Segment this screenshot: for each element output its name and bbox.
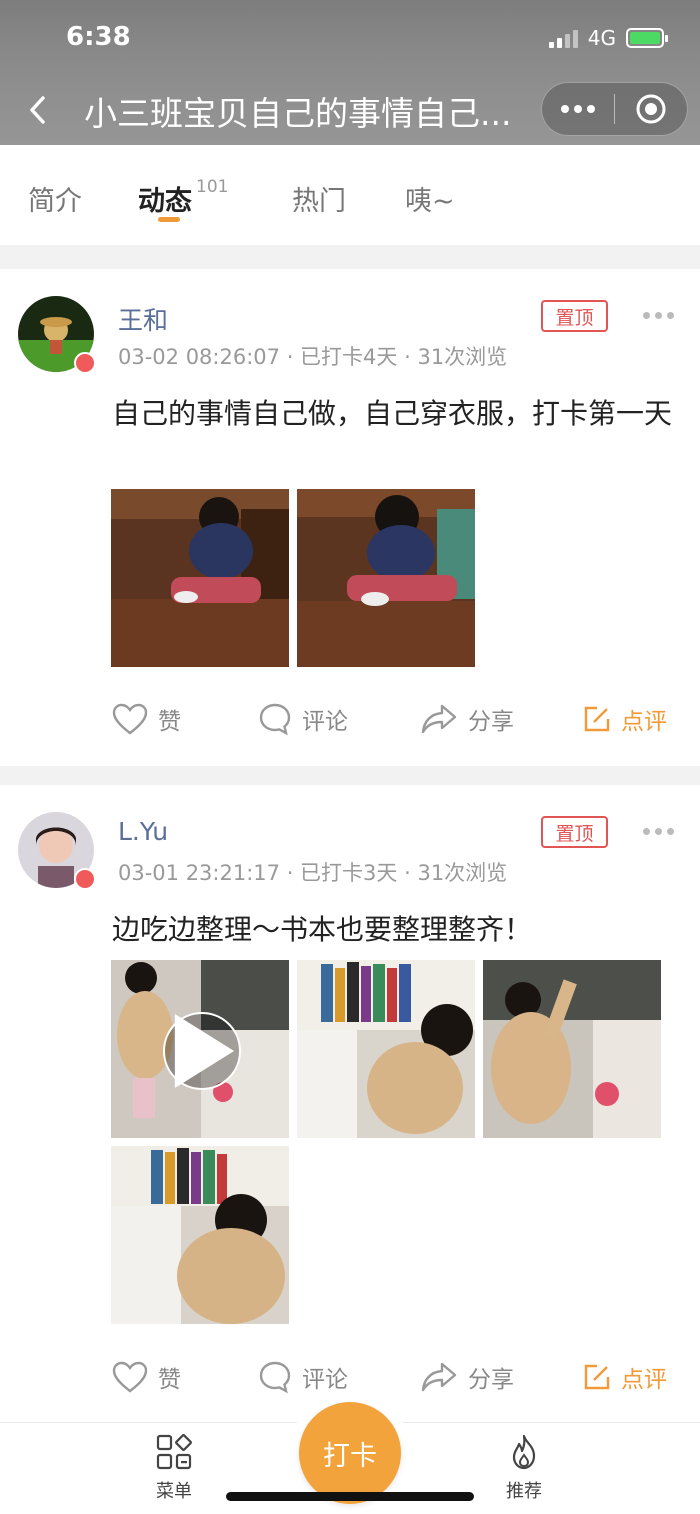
app-root: 6:38 4G 小三班宝贝自己的事情自己... 简介 动态101 热门 咦~ — [0, 0, 700, 1514]
post-meta: 03-01 23:21:17 · 已打卡3天 · 31次浏览 — [118, 861, 508, 885]
share-button[interactable]: 分享 — [420, 694, 514, 744]
comment-button[interactable]: 评论 — [258, 694, 348, 744]
status-indicators: 4G — [548, 26, 668, 50]
play-icon[interactable] — [163, 1012, 241, 1090]
comment-icon — [259, 1361, 291, 1394]
post-photo[interactable] — [111, 1146, 289, 1324]
comment-label: 评论 — [302, 709, 348, 735]
tab-bar: 简介 动态 101 热门 咦~ — [0, 145, 700, 245]
nav-recommend-label: 推荐 — [506, 1481, 542, 1502]
close-mini-program-button[interactable] — [615, 83, 687, 135]
comment-icon — [259, 703, 291, 736]
pinned-badge: 置顶 — [541, 300, 608, 332]
review-button[interactable]: 点评 — [583, 1352, 667, 1402]
share-label: 分享 — [468, 709, 514, 735]
more-dots-icon — [561, 105, 595, 113]
back-icon — [30, 96, 45, 124]
tab-intro[interactable]: 简介 — [28, 179, 82, 218]
pinned-badge: 置顶 — [541, 816, 608, 848]
post-card: L.Yu 03-01 23:21:17 · 已打卡3天 · 31次浏览 置顶 边… — [0, 785, 700, 1422]
share-icon — [421, 1362, 457, 1392]
avatar[interactable] — [18, 296, 96, 374]
heart-icon — [112, 1361, 148, 1393]
post-card: 王和 03-02 08:26:07 · 已打卡4天 · 31次浏览 置顶 自己的… — [0, 269, 700, 766]
like-button[interactable]: 赞 — [112, 1352, 181, 1402]
post-text: 自己的事情自己做，自己穿衣服，打卡第一天 — [112, 397, 673, 430]
fire-icon — [512, 1434, 536, 1470]
network-label: 4G — [587, 26, 616, 50]
checkin-button[interactable]: 打卡 — [299, 1402, 401, 1504]
status-time: 6:38 — [66, 22, 131, 52]
comment-label: 评论 — [302, 1367, 348, 1393]
like-label: 赞 — [158, 1367, 181, 1393]
post-text: 边吃边整理～书本也要整理整齐！ — [112, 913, 533, 946]
page-title: 小三班宝贝自己的事情自己... — [84, 94, 512, 133]
header: 6:38 4G 小三班宝贝自己的事情自己... — [0, 0, 700, 145]
menu-grid-icon — [156, 1434, 192, 1470]
badge-icon — [74, 868, 96, 890]
signal-icon — [548, 28, 578, 48]
post-photo[interactable] — [297, 960, 475, 1138]
active-tab-indicator — [158, 217, 180, 222]
author-name[interactable]: L.Yu — [118, 817, 168, 846]
edit-icon — [584, 706, 610, 732]
mini-program-capsule — [541, 82, 688, 136]
like-label: 赞 — [158, 709, 181, 735]
nav-menu-label: 菜单 — [156, 1481, 192, 1502]
back-button[interactable] — [22, 90, 52, 130]
post-photo[interactable] — [297, 489, 475, 667]
share-label: 分享 — [468, 1367, 514, 1393]
like-button[interactable]: 赞 — [112, 694, 181, 744]
share-button[interactable]: 分享 — [420, 1352, 514, 1402]
post-video[interactable] — [111, 960, 289, 1138]
post-more-button[interactable] — [643, 828, 674, 835]
share-icon — [421, 704, 457, 734]
checkin-days: 已打卡4天 — [300, 345, 398, 369]
nav-menu[interactable]: 菜单 — [134, 1433, 214, 1503]
post-time: 03-02 08:26:07 — [118, 345, 281, 369]
more-button[interactable] — [542, 83, 614, 135]
post-actions: 赞 评论 分享 点评 — [0, 694, 700, 744]
post-meta: 03-02 08:26:07 · 已打卡4天 · 31次浏览 — [118, 345, 508, 369]
post-time: 03-01 23:21:17 — [118, 861, 281, 885]
review-label: 点评 — [621, 709, 667, 735]
heart-icon — [112, 703, 148, 735]
battery-icon — [626, 28, 668, 48]
edit-icon — [584, 1364, 610, 1390]
badge-icon — [74, 352, 96, 374]
review-button[interactable]: 点评 — [583, 694, 667, 744]
post-photo[interactable] — [483, 960, 661, 1138]
post-more-button[interactable] — [643, 312, 674, 319]
tab-popular[interactable]: 热门 — [292, 179, 346, 218]
avatar[interactable] — [18, 812, 96, 890]
author-name[interactable]: 王和 — [118, 301, 168, 337]
tab-other[interactable]: 咦~ — [405, 179, 455, 218]
post-photo[interactable] — [111, 489, 289, 667]
tab-activity-count: 101 — [196, 177, 229, 197]
nav-recommend[interactable]: 推荐 — [484, 1433, 564, 1503]
target-icon — [636, 94, 666, 124]
tab-activity[interactable]: 动态 101 — [138, 177, 229, 218]
tab-activity-label: 动态 — [138, 186, 192, 217]
view-count: 31次浏览 — [417, 861, 508, 885]
home-indicator — [226, 1492, 474, 1501]
review-label: 点评 — [621, 1367, 667, 1393]
view-count: 31次浏览 — [417, 345, 508, 369]
checkin-days: 已打卡3天 — [300, 861, 398, 885]
